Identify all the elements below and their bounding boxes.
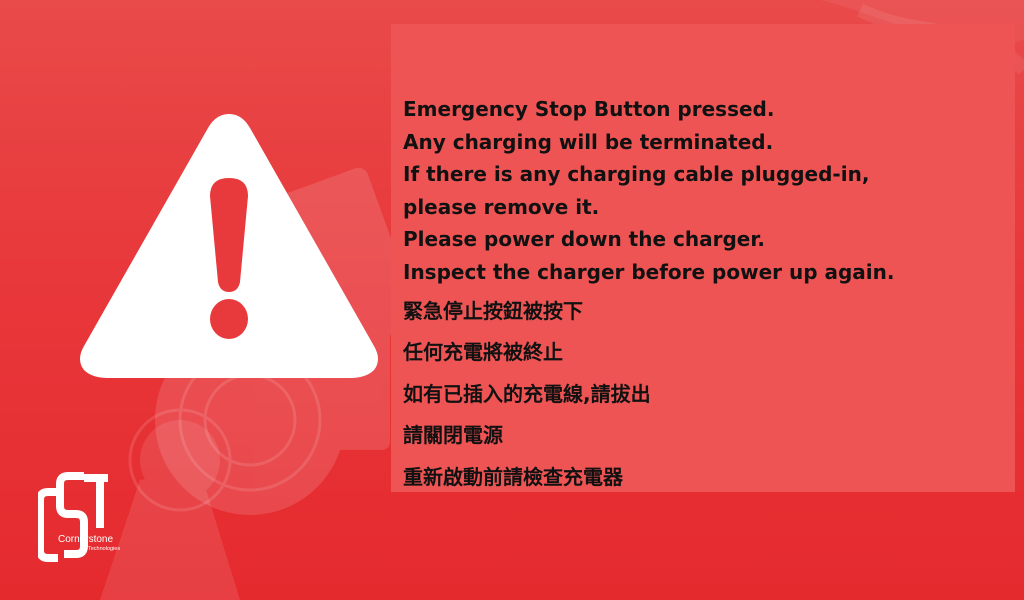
message-line-chinese: 任何充電將被終止 bbox=[403, 340, 563, 365]
message-line-english: If there is any charging cable plugged-i… bbox=[403, 162, 870, 187]
message-line-english: Emergency Stop Button pressed. bbox=[403, 97, 775, 121]
message-line-chinese: 如有已插入的充電線,請拔出 bbox=[403, 381, 651, 406]
message-line-english: please remove it. bbox=[403, 194, 600, 219]
message-line-chinese: 緊急停止按鈕被按下 bbox=[403, 298, 583, 323]
message-line-chinese: 請關閉電源 bbox=[403, 423, 503, 448]
message-line-english: Any charging will be terminated. bbox=[403, 129, 774, 154]
message-panel: Emergency Stop Button pressed. Any charg… bbox=[391, 24, 1015, 492]
message-line-chinese: 重新啟動前請檢查充電器 bbox=[403, 464, 623, 489]
message-line-english: Inspect the charger before power up agai… bbox=[403, 259, 895, 284]
logo-company-name: Cornerstone bbox=[58, 534, 114, 545]
message-line-english: Please power down the charger. bbox=[403, 227, 765, 252]
emergency-stop-screen: Emergency Stop Button pressed. Any charg… bbox=[0, 0, 1024, 600]
warning-triangle-icon bbox=[80, 114, 378, 378]
logo-company-subtitle: Technologies bbox=[88, 546, 121, 552]
